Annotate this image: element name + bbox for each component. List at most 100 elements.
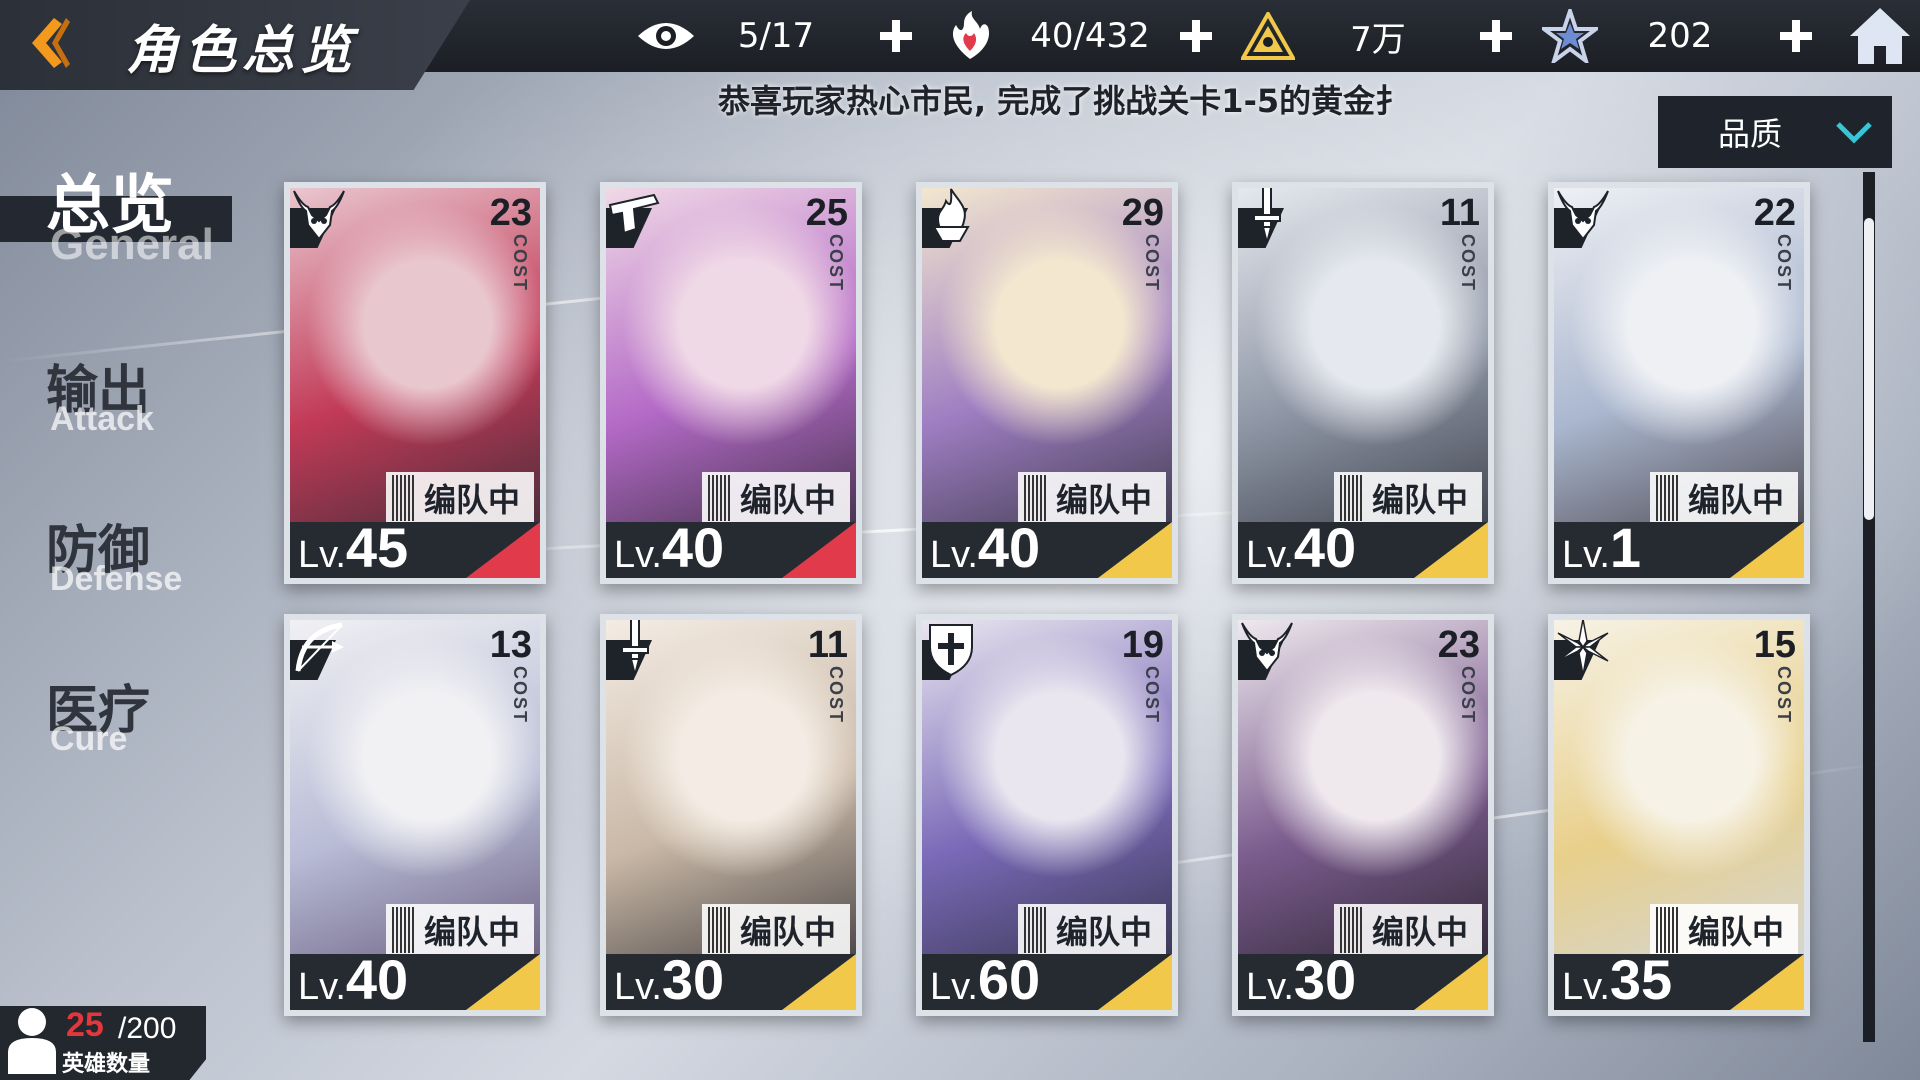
add-vision-button[interactable] — [872, 12, 920, 60]
in-team-badge: 编队中 — [1334, 904, 1482, 956]
plus-icon — [1180, 20, 1212, 52]
card-cost-label: COST — [1458, 234, 1478, 293]
character-card[interactable]: 11 COST 编队中 Lv.40 — [1232, 182, 1494, 584]
card-level: Lv.45 — [298, 515, 408, 578]
in-team-label: 编队中 — [1688, 913, 1785, 951]
demon-horn-icon — [1557, 190, 1609, 241]
level-prefix: Lv. — [930, 966, 978, 1008]
level-prefix: Lv. — [1562, 966, 1610, 1008]
in-team-badge: 编队中 — [1334, 472, 1482, 524]
home-button[interactable] — [1848, 6, 1912, 66]
in-team-label: 编队中 — [740, 481, 837, 519]
card-cost-label: COST — [1458, 666, 1478, 725]
in-team-label: 编队中 — [740, 913, 837, 951]
card-cost-label: COST — [826, 666, 846, 725]
barcode-decoration — [1656, 475, 1678, 521]
character-card[interactable]: 15 COST 编队中 Lv.35 — [1548, 614, 1810, 1016]
eye-icon — [636, 6, 696, 66]
resource-stamina-value: 40/432 — [1030, 16, 1150, 56]
level-value: 40 — [661, 516, 725, 579]
level-prefix: Lv. — [614, 534, 662, 576]
card-cost-label: COST — [1774, 234, 1794, 293]
card-level: Lv.30 — [1246, 947, 1356, 1010]
nav-item-general[interactable]: 总览 General — [0, 150, 240, 270]
card-level: Lv.60 — [930, 947, 1041, 1011]
home-icon — [1850, 8, 1910, 64]
sort-dropdown-label: 品质 — [1718, 115, 1783, 153]
card-level: Lv.30 — [614, 947, 725, 1011]
person-icon — [8, 1008, 56, 1074]
resource-vision-value: 5/17 — [737, 16, 815, 56]
add-gold-button[interactable] — [1472, 12, 1520, 60]
character-card[interactable]: 23 COST 编队中 Lv.30 — [1232, 614, 1494, 1016]
sword-icon — [1253, 188, 1281, 244]
hero-count-label: 英雄数量 — [62, 1052, 151, 1077]
resource-diamond-value: 202 — [1647, 16, 1713, 56]
character-card[interactable]: 11 COST 编队中 Lv.30 — [600, 614, 862, 1016]
card-cost-value: 25 — [805, 192, 848, 234]
add-stamina-button[interactable] — [1172, 12, 1220, 60]
in-team-label: 编队中 — [424, 481, 521, 519]
sword-icon — [621, 620, 649, 676]
character-card[interactable]: 19 COST 编队中 Lv.60 — [916, 614, 1178, 1016]
resource-stamina: 40/432 — [940, 0, 1180, 72]
in-team-badge: 编队中 — [702, 472, 850, 524]
star-badge-icon — [1540, 6, 1600, 66]
character-card[interactable]: 22 COST 编队中 Lv.1 — [1548, 182, 1810, 584]
in-team-badge: 编队中 — [1018, 472, 1166, 524]
level-prefix: Lv. — [298, 534, 346, 576]
in-team-label: 编队中 — [1372, 481, 1469, 519]
card-level: Lv.40 — [298, 947, 409, 1011]
back-button[interactable] — [18, 14, 78, 72]
card-level: Lv.35 — [1562, 947, 1673, 1011]
demon-horn-icon — [293, 190, 345, 241]
character-card[interactable]: 29 COST 编队中 Lv.40 — [916, 182, 1178, 584]
level-value: 1 — [1609, 516, 1642, 579]
level-value: 40 — [345, 948, 409, 1011]
card-cost-value: 11 — [1439, 192, 1480, 234]
card-cost-label: COST — [510, 666, 530, 725]
in-team-badge: 编队中 — [386, 472, 534, 524]
card-cost-value: 22 — [1753, 192, 1796, 234]
card-cost-value: 29 — [1121, 192, 1164, 234]
in-team-badge: 编队中 — [1650, 472, 1798, 524]
level-prefix: Lv. — [614, 966, 662, 1008]
resource-diamond: 202 — [1540, 0, 1772, 72]
card-cost-value: 11 — [807, 624, 848, 666]
in-team-label: 编队中 — [1056, 913, 1153, 951]
card-cost-label: COST — [1142, 666, 1162, 725]
in-team-badge: 编队中 — [702, 904, 850, 956]
resource-gold-value: 7万 — [1350, 19, 1406, 60]
nav-item-sublabel: Defense — [50, 560, 183, 598]
character-card[interactable]: 23 COST 编队中 Lv.45 — [284, 182, 546, 584]
card-cost-label: COST — [510, 234, 530, 293]
character-card[interactable]: 13 COST 编队中 Lv.40 — [284, 614, 546, 1016]
resource-vision: 5/17 — [636, 0, 868, 72]
bow-icon — [295, 622, 344, 672]
scrollbar-thumb[interactable] — [1864, 218, 1874, 520]
nav-item-attack[interactable]: 输出 Attack — [0, 340, 240, 450]
snowflake-icon — [1557, 620, 1609, 676]
level-prefix: Lv. — [1246, 966, 1294, 1008]
character-card[interactable]: 25 COST 编队中 Lv.40 — [600, 182, 862, 584]
card-level: Lv.1 — [1562, 515, 1642, 579]
nav-item-defense[interactable]: 防御 Defense — [0, 500, 240, 610]
nav-item-cure[interactable]: 医疗 Cure — [0, 660, 240, 770]
level-value: 35 — [1609, 948, 1673, 1011]
card-level: Lv.40 — [1246, 515, 1356, 578]
level-value: 40 — [977, 516, 1041, 579]
card-cost-label: COST — [1142, 234, 1162, 293]
in-team-label: 编队中 — [1056, 481, 1153, 519]
sort-dropdown[interactable]: 品质 — [1658, 96, 1892, 168]
pyramid-icon — [1238, 6, 1298, 66]
level-prefix: Lv. — [930, 534, 978, 576]
plus-icon — [880, 20, 912, 52]
level-value: 60 — [977, 948, 1041, 1011]
hero-count-current: 25 — [66, 1006, 104, 1044]
add-diamond-button[interactable] — [1772, 12, 1820, 60]
card-level: Lv.40 — [930, 515, 1041, 579]
card-cost-value: 23 — [1437, 624, 1480, 666]
nav-item-sublabel: Attack — [50, 400, 154, 438]
level-value: 30 — [661, 948, 725, 1011]
card-cost-value: 19 — [1121, 624, 1164, 666]
